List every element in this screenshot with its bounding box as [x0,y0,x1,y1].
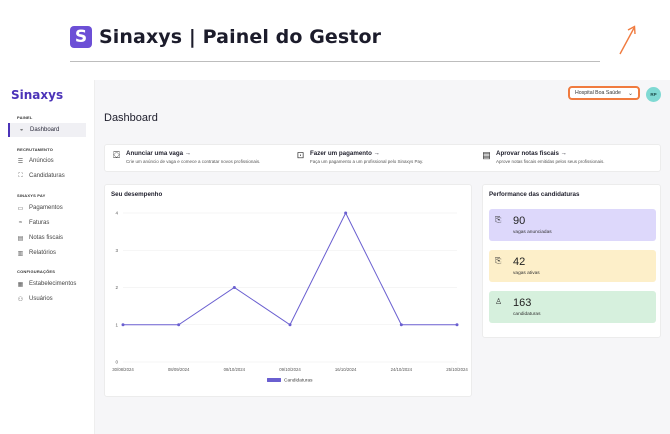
users-icon: ⚇ [17,296,24,303]
sidebar-item-notas-fiscais[interactable]: ▤ Notas fiscais [17,233,63,243]
establishment-select[interactable]: Hospital Boa Saúde ⌄ [568,86,640,100]
performance-title: Seu desempenho [111,191,163,198]
sidebar-item-label: Candidaturas [29,173,65,179]
stat-vagas-anunciadas: ⎘ 90 vagas anunciadas [489,209,656,241]
stat-label: vagas anunciadas [513,230,552,235]
sidebar-item-estabelecimentos[interactable]: ▦ Estabelecimentos [17,279,77,289]
candidaturas-title: Performance das candidaturas [489,191,580,198]
sidebar-item-label: Dashboard [30,127,60,133]
quick-actions-card: ⛋ Anunciar uma vaga → Crie um anúncio de… [104,144,661,172]
x-tick-label: 30/08/2024 [112,367,134,372]
document-list-icon: ▤ [482,150,491,160]
x-tick-label: 09/10/2024 [279,367,301,372]
y-tick-label: 3 [115,248,118,253]
sinaxys-logo: S [70,26,92,48]
payment-icon: ▭ [17,205,24,212]
sidebar: Sinaxys PAINEL ◒ Dashboard RECRUTAMENTO … [0,80,95,434]
data-point [177,323,181,327]
building-icon: ▦ [17,281,24,288]
sidebar-section-configuracoes: CONFIGURAÇÕES [17,269,56,274]
sidebar-item-label: Estabelecimentos [29,281,77,287]
candidaturas-card: Performance das candidaturas ⎘ 90 vagas … [482,184,661,338]
performance-chart: 0 1 2 3 4 30/08/2024 08/09/2024 08/10/2024 09/10… [112,211,468,384]
person-board-icon: ⛋ [113,150,120,160]
app-window: Sinaxys PAINEL ◒ Dashboard RECRUTAMENTO … [0,80,670,434]
user-card-icon: ⛶ [18,172,23,179]
data-point [121,323,125,327]
dashboard-icon: ◒ [19,127,24,133]
action-description: Crie um anúncio de vaga e comece a contr… [126,159,261,164]
avatar[interactable]: RP [646,87,661,102]
stat-value: 163 [513,297,532,309]
stat-value: 90 [513,215,526,227]
action-description: Faça um pagamento a um profissional pelo… [310,159,424,164]
sidebar-item-label: Usuários [29,296,53,302]
legend-label: Candidaturas [284,378,313,384]
sidebar-item-faturas[interactable]: ≈ Faturas [17,218,50,228]
data-point [288,323,292,327]
action-fazer-pagamento[interactable]: ⊡ Fazer um pagamento → Faça um pagamento… [295,150,424,164]
sidebar-item-candidaturas[interactable]: ⛶ Candidaturas [17,171,65,181]
establishment-name: Hospital Boa Saúde [575,90,621,96]
sidebar-item-dashboard[interactable]: ◒ Dashboard [8,123,86,137]
sidebar-item-label: Relatórios [29,250,57,256]
report-icon: ▥ [17,250,24,257]
y-tick-label: 4 [115,211,118,216]
x-tick-label: 08/10/2024 [224,367,246,372]
clipboard-icon: ⎘ [495,215,502,224]
action-anunciar-vaga[interactable]: ⛋ Anunciar uma vaga → Crie um anúncio de… [111,150,260,164]
sidebar-section-painel: PAINEL [17,115,33,120]
data-point [455,323,459,327]
y-tick-label: 0 [115,360,118,365]
x-tick-label: 25/10/2024 [446,367,468,372]
sidebar-section-sinaxys-pay: SINAXYS PAY [17,193,46,198]
stat-value: 42 [513,256,526,268]
series-line [123,211,457,326]
annotation-arrow-icon [619,25,636,55]
action-aprovar-notas[interactable]: ▤ Aprovar notas fiscais → Aprove notas f… [481,150,605,164]
sidebar-section-recrutamento: RECRUTAMENTO [17,147,54,152]
performance-card: Seu desempenho 0 1 2 3 4 30/08/2024 08/09/2024… [104,184,472,397]
y-tick-label: 1 [115,322,118,327]
data-point [399,323,403,327]
sidebar-item-label: Notas fiscais [29,235,64,241]
data-point [344,211,348,215]
slide-title: Sinaxys | Painel do Gestor [99,26,382,48]
sidebar-item-relatorios[interactable]: ▥ Relatórios [17,248,56,258]
x-tick-label: 16/10/2024 [335,367,357,372]
page-title: Dashboard [104,112,158,124]
slide-divider [70,61,600,62]
slide-header: S Sinaxys | Painel do Gestor [70,24,381,50]
stat-label: candidaturas [513,312,541,317]
action-title: Aprovar notas fiscais → [496,150,567,157]
y-tick-label: 2 [115,285,118,290]
chevron-down-icon: ⌄ [627,91,633,97]
clipboard-check-icon: ⎘ [495,256,502,265]
action-description: Aprove notas fiscais emitidas pelos seus… [496,159,605,164]
data-point [232,286,236,289]
stat-vagas-ativas: ⎘ 42 vagas ativas [489,250,656,282]
x-tick-label: 24/10/2024 [391,367,413,372]
stat-label: vagas ativas [513,271,540,276]
sidebar-item-anuncios[interactable]: ☰ Anúncios [17,156,54,166]
stat-candidaturas: ♙ 163 candidaturas [489,291,656,323]
sidebar-item-label: Anúncios [29,158,54,164]
sidebar-item-usuarios[interactable]: ⚇ Usuários [17,294,53,304]
sidebar-item-pagamentos[interactable]: ▭ Pagamentos [17,203,63,213]
brand-logo[interactable]: Sinaxys [11,88,63,102]
sidebar-item-label: Pagamentos [29,205,63,211]
sidebar-item-label: Faturas [29,220,50,226]
user-check-icon: ♙ [495,297,503,306]
invoice-icon: ≈ [18,220,23,226]
action-title: Fazer um pagamento → [310,150,380,157]
x-tick-label: 08/09/2024 [168,367,190,372]
receipt-icon: ▤ [17,235,24,242]
list-icon: ☰ [17,158,24,165]
cash-icon: ⊡ [296,150,305,160]
legend-swatch [267,378,281,382]
action-title: Anunciar uma vaga → [126,150,191,157]
